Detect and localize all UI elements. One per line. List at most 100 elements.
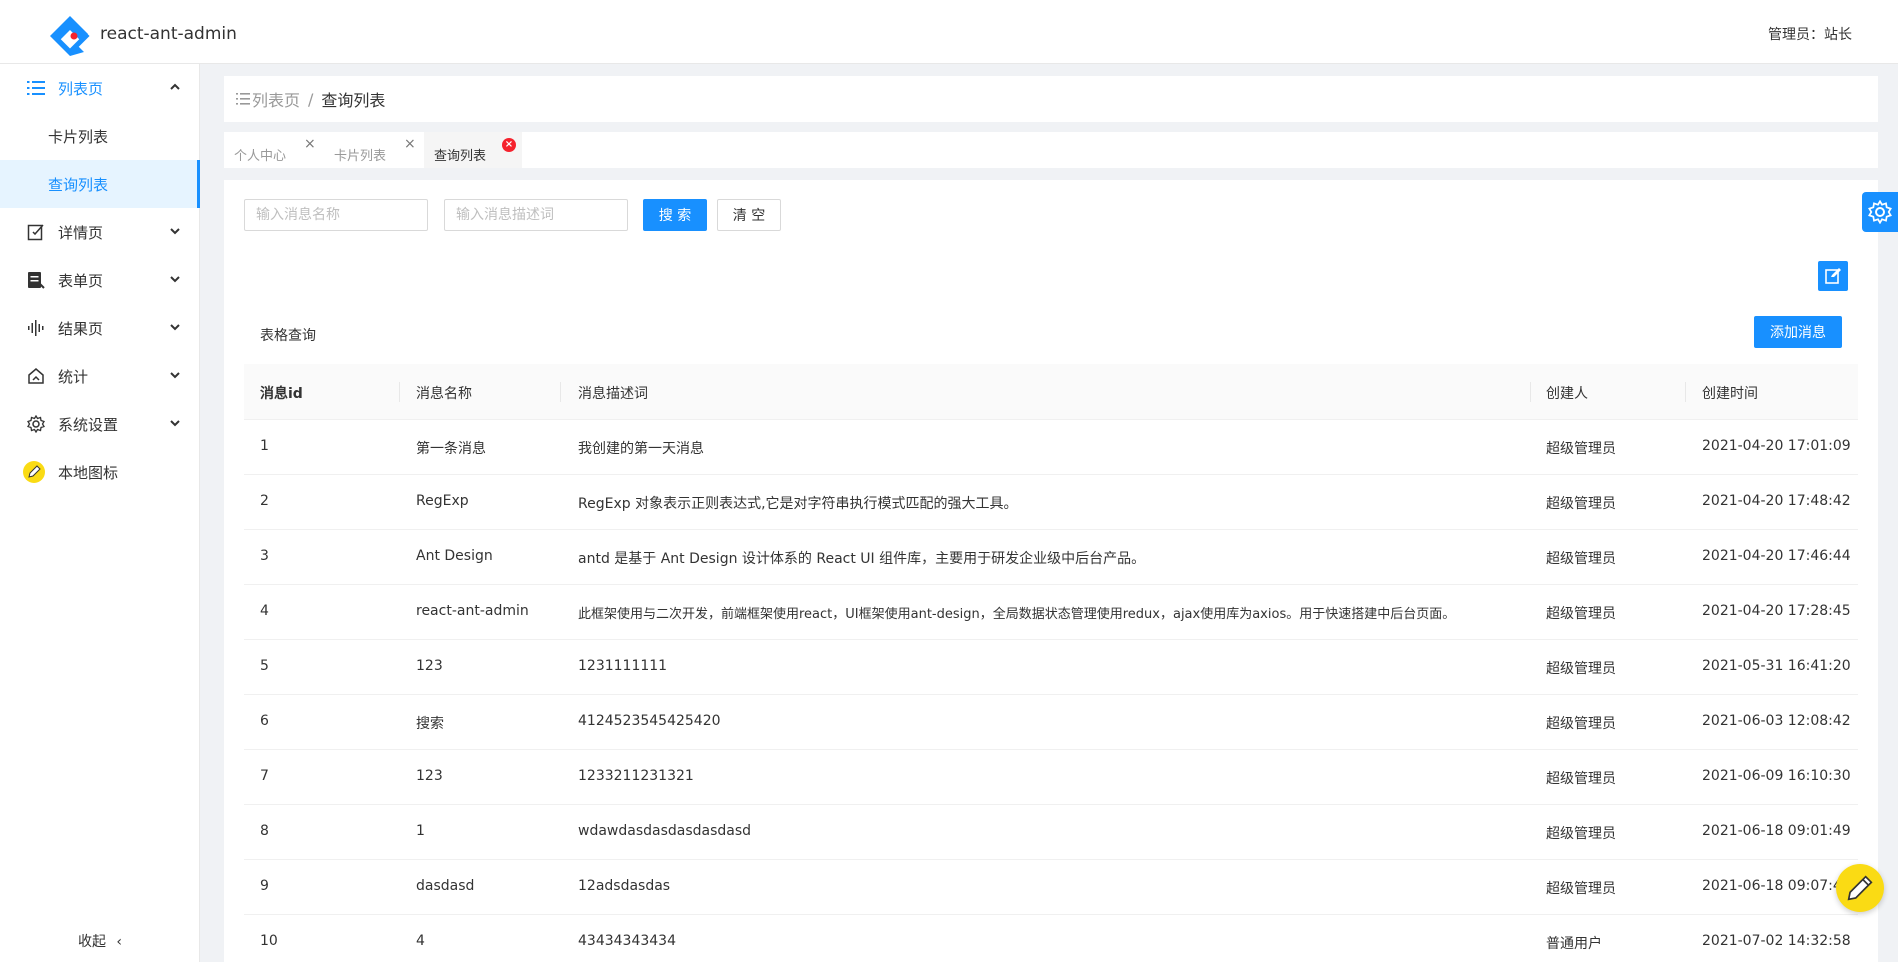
chevron-down-icon: [170, 276, 180, 283]
sidebar-item-results[interactable]: 结果页: [0, 304, 200, 352]
logo-icon[interactable]: [48, 14, 92, 58]
message-desc-input[interactable]: [444, 199, 628, 231]
cell-creator: 超级管理员: [1546, 606, 1616, 622]
add-message-button[interactable]: 添加消息: [1754, 316, 1842, 348]
sidebar-item-local-icons[interactable]: 本地图标: [0, 448, 200, 496]
settings-drawer-button[interactable]: [1862, 192, 1898, 232]
cell-creator: 超级管理员: [1546, 716, 1616, 732]
tab-label: 卡片列表: [334, 149, 387, 164]
cell-name: 1: [416, 823, 425, 839]
cell-id: 7: [260, 768, 269, 784]
sidebar-item-label: 列表页: [58, 79, 104, 98]
cell-name: Ant Design: [416, 548, 493, 564]
sidebar-subitem-label: 卡片列表: [48, 128, 109, 146]
cell-time: 2021-07-02 14:32:58: [1702, 933, 1851, 949]
sidebar-subitem-card-list[interactable]: 卡片列表: [0, 112, 200, 160]
cell-id: 5: [260, 658, 269, 674]
column-header-time: 创建时间: [1702, 386, 1758, 402]
close-circle-icon[interactable]: ×: [502, 138, 516, 152]
cell-creator: 超级管理员: [1546, 661, 1616, 677]
main-content: 搜 索 清 空 表格查询 添加消息 消息id 消息名称 消息描述词 创建人 创建…: [224, 180, 1878, 962]
column-header-id: 消息id: [260, 386, 303, 402]
sidebar-item-list[interactable]: 列表页: [0, 64, 200, 112]
table-row[interactable]: 9 dasdasd 12adsdasdas 超级管理员 2021-06-18 0…: [244, 860, 1858, 915]
cell-name: 123: [416, 768, 443, 784]
cell-desc: 我创建的第一天消息: [578, 441, 704, 457]
cell-time: 2021-05-31 16:41:20: [1702, 658, 1851, 674]
breadcrumb: 列表页 / 查询列表: [224, 76, 1878, 122]
table-row[interactable]: 4 react-ant-admin 此框架使用与二次开发，前端框架使用react…: [244, 585, 1858, 640]
cell-creator: 超级管理员: [1546, 441, 1616, 457]
cell-desc: 此框架使用与二次开发，前端框架使用react，UI框架使用ant-design，…: [578, 607, 1456, 622]
admin-info[interactable]: 管理员：站长: [1768, 24, 1852, 44]
cell-time: 2021-04-20 17:48:42: [1702, 493, 1851, 509]
cell-creator: 超级管理员: [1546, 496, 1616, 512]
cell-creator: 超级管理员: [1546, 771, 1616, 787]
breadcrumb-separator: /: [308, 89, 314, 109]
cell-creator: 超级管理员: [1546, 826, 1616, 842]
cell-time: 2021-06-03 12:08:42: [1702, 713, 1851, 729]
cell-desc: RegExp 对象表示正则表达式,它是对字符串执行模式匹配的强大工具。: [578, 496, 1018, 512]
cell-time: 2021-06-09 16:10:30: [1702, 768, 1851, 784]
cell-creator: 超级管理员: [1546, 551, 1616, 567]
column-divider: [560, 382, 561, 402]
table-row[interactable]: 1 第一条消息 我创建的第一天消息 超级管理员 2021-04-20 17:01…: [244, 420, 1858, 475]
chevron-up-icon: [170, 83, 180, 90]
cell-creator: 普通用户: [1546, 936, 1602, 952]
sidebar-item-forms[interactable]: 表单页: [0, 256, 200, 304]
sidebar-item-stats[interactable]: 统计: [0, 352, 200, 400]
close-icon[interactable]: ×: [404, 136, 416, 152]
table-row[interactable]: 8 1 wdawdasdasdasdasdasd 超级管理员 2021-06-1…: [244, 805, 1858, 860]
cell-time: 2021-04-20 17:28:45: [1702, 603, 1851, 619]
cell-time: 2021-04-20 17:01:09: [1702, 438, 1851, 454]
table-row[interactable]: 5 123 1231111111 超级管理员 2021-05-31 16:41:…: [244, 640, 1858, 695]
sidebar-item-settings[interactable]: 系统设置: [0, 400, 200, 448]
sidebar-subitem-query-list[interactable]: 查询列表: [0, 160, 200, 208]
collapse-label: 收起: [77, 934, 106, 950]
cell-id: 8: [260, 823, 269, 839]
clear-button[interactable]: 清 空: [717, 199, 781, 231]
floating-edit-button[interactable]: [1836, 864, 1884, 912]
sidebar-item-label: 详情页: [58, 223, 104, 242]
cell-name: 123: [416, 658, 443, 674]
collapse-sidebar-button[interactable]: 收起 ‹: [0, 922, 200, 962]
cell-desc: 4124523545425420: [578, 713, 721, 729]
sidebar-item-label: 结果页: [58, 319, 104, 338]
table-row[interactable]: 7 123 1233211231321 超级管理员 2021-06-09 16:…: [244, 750, 1858, 805]
table-row[interactable]: 10 4 43434343434 普通用户 2021-07-02 14:32:5…: [244, 915, 1858, 962]
cell-id: 2: [260, 493, 269, 509]
cell-id: 1: [260, 438, 269, 454]
cell-creator: 超级管理员: [1546, 881, 1616, 897]
close-icon[interactable]: ×: [304, 136, 316, 152]
sidebar-item-label: 系统设置: [58, 415, 119, 434]
tab-card-list[interactable]: 卡片列表 ×: [324, 132, 422, 168]
pencil-icon: [1847, 875, 1873, 901]
message-name-input[interactable]: [244, 199, 428, 231]
table-row[interactable]: 2 RegExp RegExp 对象表示正则表达式,它是对字符串执行模式匹配的强…: [244, 475, 1858, 530]
column-divider: [399, 382, 400, 402]
cell-time: 2021-06-18 09:01:49: [1702, 823, 1851, 839]
table-row[interactable]: 6 搜索 4124523545425420 超级管理员 2021-06-03 1…: [244, 695, 1858, 750]
sidebar-subitem-label: 查询列表: [48, 176, 109, 194]
home-chart-icon: [26, 366, 46, 386]
sidebar-item-label: 统计: [58, 367, 89, 386]
gear-icon: [26, 414, 46, 434]
edit-square-icon: [26, 222, 46, 242]
breadcrumb-item-list[interactable]: 列表页: [236, 87, 300, 111]
cell-id: 10: [260, 933, 278, 949]
search-button[interactable]: 搜 索: [643, 199, 707, 231]
cell-desc: 12adsdasdas: [578, 878, 671, 894]
gear-icon: [1868, 200, 1892, 224]
edit-icon: [1825, 268, 1841, 284]
edit-columns-button[interactable]: [1818, 261, 1848, 291]
tab-personal-center[interactable]: 个人中心 ×: [224, 132, 322, 168]
table-row[interactable]: 3 Ant Design antd 是基于 Ant Design 设计体系的 R…: [244, 530, 1858, 585]
column-divider: [1685, 382, 1686, 402]
sidebar-item-details[interactable]: 详情页: [0, 208, 200, 256]
tab-query-list[interactable]: 查询列表 ×: [424, 132, 522, 168]
cell-name: 4: [416, 933, 425, 949]
cell-desc: 1231111111: [578, 658, 668, 674]
tab-label: 查询列表: [434, 149, 487, 164]
column-header-creator: 创建人: [1546, 386, 1588, 402]
column-header-name: 消息名称: [416, 386, 472, 402]
